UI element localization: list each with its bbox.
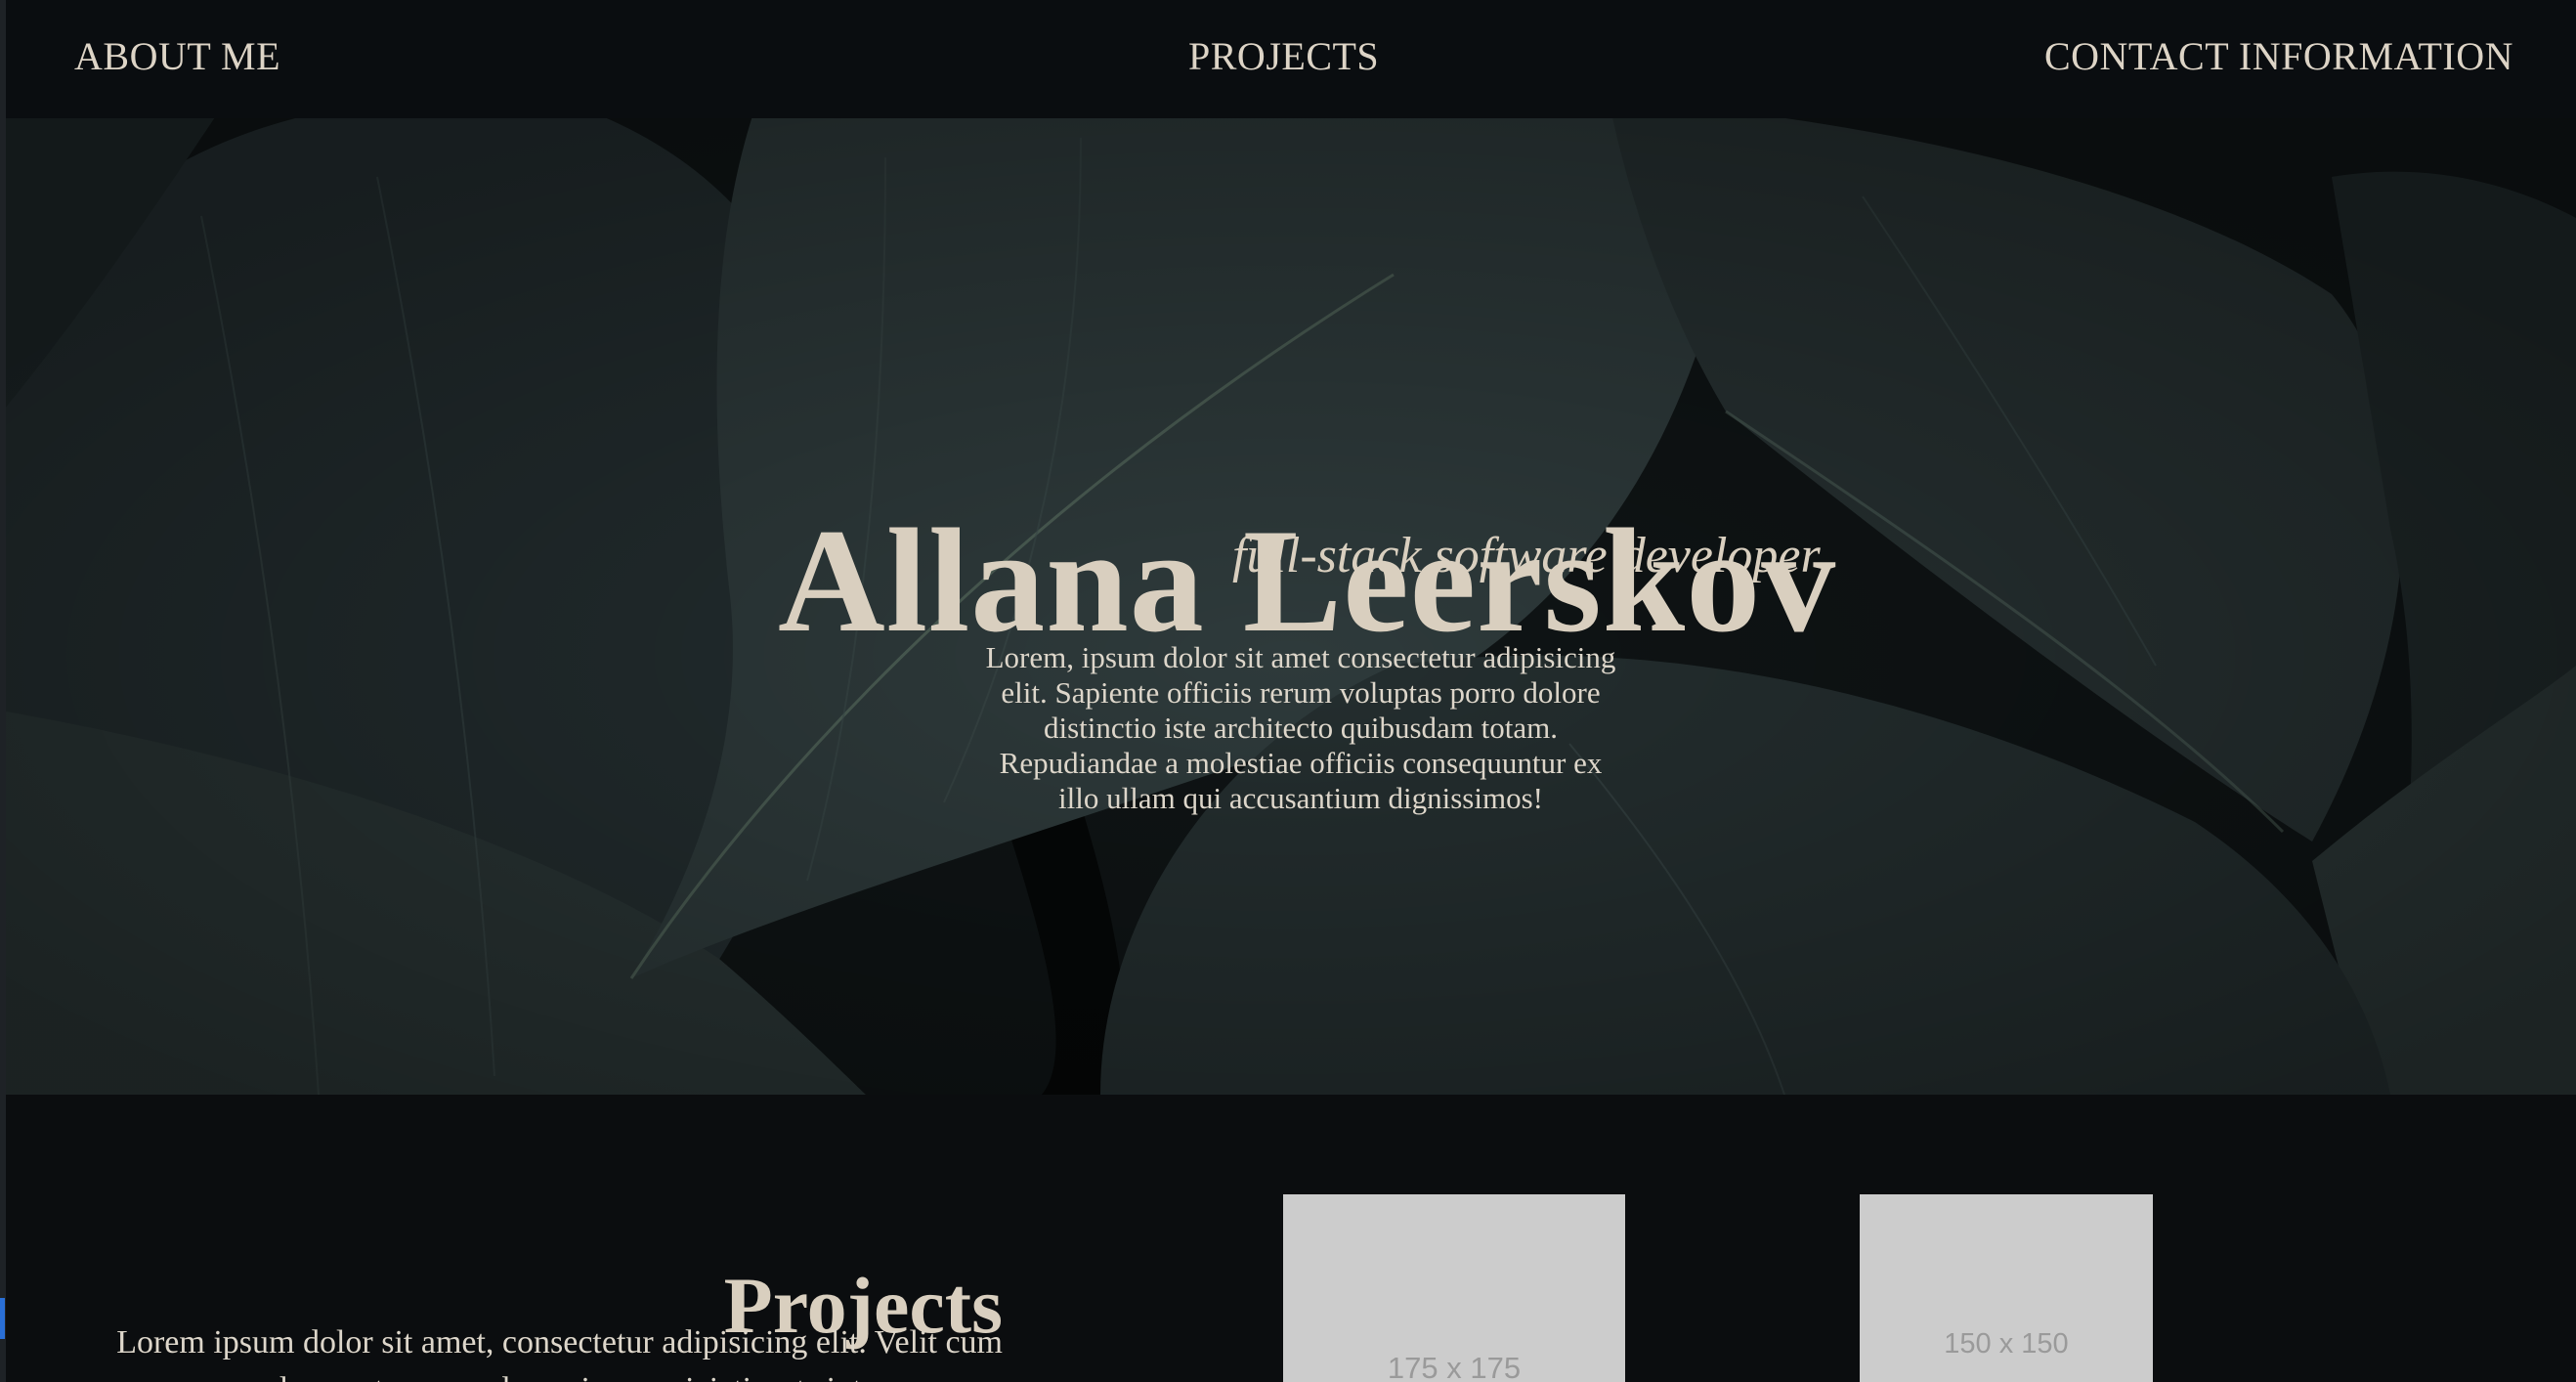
nav-contact-information[interactable]: CONTACT INFORMATION: [2044, 33, 2513, 79]
thumbnail-size-label: 150 x 150: [1944, 1328, 2069, 1360]
top-navbar: ABOUT ME PROJECTS CONTACT INFORMATION: [6, 0, 2576, 118]
hero-description: Lorem, ipsum dolor sit amet consectetur …: [985, 640, 1616, 815]
hero-tagline: full-stack software developer: [1232, 528, 1821, 583]
thumbnail-size-label: 175 x 175: [1387, 1351, 1522, 1382]
hero-section: Allana Leerskov full-stack software deve…: [6, 118, 2576, 1095]
project-thumbnail[interactable]: 175 x 175: [1283, 1194, 1625, 1382]
project-thumbnail[interactable]: 150 x 150: [1860, 1194, 2153, 1382]
projects-section: Projects Lorem ipsum dolor sit amet, con…: [6, 1095, 2576, 1382]
portfolio-page: ABOUT ME PROJECTS CONTACT INFORMATION Al…: [0, 0, 2576, 1382]
focus-indicator: [0, 1298, 5, 1339]
nav-projects[interactable]: PROJECTS: [1188, 33, 1379, 79]
nav-about-me[interactable]: ABOUT ME: [74, 33, 280, 79]
projects-description: Lorem ipsum dolor sit amet, consectetur …: [116, 1324, 1003, 1382]
